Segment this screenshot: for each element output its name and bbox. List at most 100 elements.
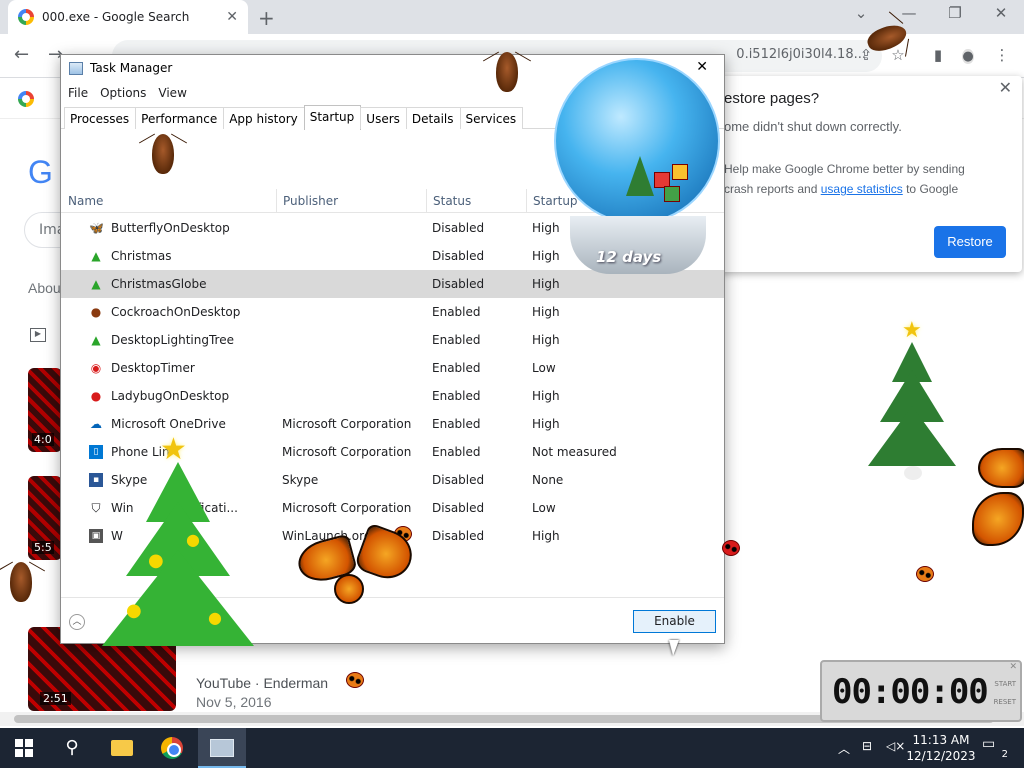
back-arrow-icon[interactable]: ← bbox=[14, 44, 29, 65]
snow-globe-icon: ▲ bbox=[91, 277, 101, 291]
windows-taskbar: ⚲ ︿ ⊟ ◁× 11:13 AM 12/12/2023 ▭ 2 bbox=[0, 728, 1024, 768]
side-panel-icon[interactable]: ▮ bbox=[928, 46, 948, 66]
ladybug-icon: ● bbox=[90, 389, 102, 403]
table-row[interactable]: ◉ DesktopTimer Enabled Low bbox=[61, 354, 724, 382]
tab-users[interactable]: Users bbox=[360, 107, 407, 129]
google-apps-icon[interactable] bbox=[18, 91, 34, 107]
start-icon bbox=[15, 739, 33, 757]
address-text: 0.i512l6j0i30l4.18... bbox=[736, 47, 866, 62]
tab-close-icon[interactable]: ✕ bbox=[226, 9, 238, 25]
butterfly-icon[interactable] bbox=[970, 448, 1024, 548]
restore-title: estore pages? bbox=[724, 90, 820, 107]
task-manager-taskbar-button[interactable] bbox=[198, 728, 246, 768]
tab-title: 000.exe - Google Search bbox=[42, 10, 190, 24]
christmas-tree-toy[interactable]: ★ bbox=[866, 318, 958, 490]
onedrive-icon: ☁ bbox=[90, 417, 102, 431]
tab-details[interactable]: Details bbox=[405, 107, 461, 129]
chevron-down-icon[interactable]: ⌄ bbox=[838, 4, 884, 22]
lighting-tree-icon: ▲ bbox=[91, 333, 101, 347]
tab-startup[interactable]: Startup bbox=[303, 105, 362, 130]
col-status[interactable]: Status bbox=[433, 194, 471, 208]
restore-icon[interactable]: ❐ bbox=[932, 4, 978, 22]
chrome-taskbar-button[interactable] bbox=[148, 728, 196, 768]
notification-center-button[interactable]: ▭ 2 bbox=[982, 736, 1008, 760]
window-title: Task Manager bbox=[90, 61, 173, 75]
file-explorer-button[interactable] bbox=[98, 728, 146, 768]
ladybug-icon[interactable] bbox=[346, 672, 364, 688]
browser-tab[interactable]: 000.exe - Google Search ✕ bbox=[8, 0, 248, 34]
file-explorer-icon bbox=[111, 740, 133, 756]
cockroach-icon[interactable] bbox=[10, 562, 32, 602]
start-button[interactable] bbox=[0, 728, 48, 768]
col-name[interactable]: Name bbox=[68, 194, 103, 208]
video-thumbnail[interactable]: 4:0 bbox=[28, 368, 62, 452]
close-icon[interactable]: ✕ bbox=[999, 78, 1012, 98]
kebab-menu-icon[interactable]: ⋮ bbox=[992, 46, 1012, 66]
butterfly-icon: 🦋 bbox=[89, 221, 104, 235]
cockroach-icon[interactable] bbox=[496, 52, 518, 92]
globe-days-label: 12 days bbox=[596, 248, 662, 266]
notification-icon: ▭ bbox=[982, 736, 996, 752]
chevron-up-icon[interactable]: ︿ bbox=[838, 740, 850, 768]
gift-icon bbox=[664, 186, 680, 202]
tab-performance[interactable]: Performance bbox=[135, 107, 225, 129]
video-icon: ▶ bbox=[30, 328, 46, 342]
search-icon: ⚲ bbox=[65, 737, 79, 758]
table-row[interactable]: ● LadybugOnDesktop Enabled High bbox=[61, 382, 724, 410]
cockroach-icon[interactable] bbox=[152, 134, 174, 174]
table-row[interactable]: ● CockroachOnDesktop Enabled High bbox=[61, 298, 724, 326]
timer-start-label[interactable]: START bbox=[994, 680, 1016, 688]
menu-file[interactable]: File bbox=[67, 83, 95, 105]
ladybug-icon[interactable] bbox=[916, 566, 934, 582]
butterfly-icon[interactable] bbox=[293, 522, 419, 610]
chrome-tab-strip: 000.exe - Google Search ✕ + ⌄ — ❐ ✕ bbox=[0, 0, 1024, 34]
enable-button[interactable]: Enable bbox=[633, 610, 716, 633]
close-icon[interactable]: ✕ bbox=[978, 4, 1024, 22]
video-thumbnail[interactable]: 5:5 bbox=[28, 476, 62, 560]
new-tab-icon[interactable]: + bbox=[258, 6, 275, 30]
timer-icon: ◉ bbox=[90, 361, 102, 375]
star-icon: ★ bbox=[902, 318, 922, 343]
google-favicon-icon bbox=[18, 9, 34, 25]
menu-options[interactable]: Options bbox=[99, 83, 153, 105]
timer-display: 00:00:00 bbox=[832, 672, 989, 712]
timer-reset-label[interactable]: RESET bbox=[994, 698, 1016, 706]
usage-statistics-link[interactable]: usage statistics bbox=[821, 182, 903, 196]
christmas-snow-globe[interactable]: 12 days bbox=[552, 58, 722, 280]
system-clock[interactable]: 11:13 AM 12/12/2023 bbox=[906, 732, 976, 764]
about-text: Abou bbox=[28, 280, 61, 296]
task-manager-icon bbox=[69, 62, 83, 75]
video-source: YouTube · Enderman bbox=[196, 675, 329, 691]
clock-date: 12/12/2023 bbox=[906, 749, 976, 763]
col-publisher[interactable]: Publisher bbox=[283, 194, 338, 208]
clock-time: 11:13 AM bbox=[912, 733, 970, 747]
table-row[interactable]: ▲ DesktopLightingTree Enabled High bbox=[61, 326, 724, 354]
chrome-icon bbox=[161, 737, 183, 759]
desktop-lighting-tree[interactable]: ★ ● ● ● ● bbox=[98, 432, 256, 660]
cockroach-icon: ● bbox=[90, 305, 102, 319]
crash-report-text: Help make Google Chrome better by sendin… bbox=[724, 162, 965, 196]
task-manager-icon bbox=[210, 739, 234, 757]
desktop-timer[interactable]: 00:00:00 START RESET ✕ bbox=[820, 660, 1022, 722]
volume-muted-icon[interactable]: ◁× bbox=[886, 739, 905, 768]
tab-processes[interactable]: Processes bbox=[64, 107, 137, 129]
restore-pages-dialog: estore pages? ome didn't shut down corre… bbox=[700, 76, 1022, 272]
menu-view[interactable]: View bbox=[157, 83, 193, 105]
profile-avatar-icon[interactable]: ● bbox=[958, 46, 978, 66]
close-icon[interactable]: ✕ bbox=[1009, 662, 1017, 672]
network-icon[interactable]: ⊟ bbox=[862, 739, 872, 768]
fewer-details-icon[interactable]: ︿ bbox=[69, 614, 85, 630]
christmas-tree-icon: ▲ bbox=[91, 249, 101, 263]
gift-icon bbox=[672, 164, 688, 180]
tab-app-history[interactable]: App history bbox=[223, 107, 305, 129]
google-logo[interactable]: G bbox=[28, 154, 53, 191]
video-date: Nov 5, 2016 bbox=[196, 694, 272, 710]
tab-services[interactable]: Services bbox=[459, 107, 524, 129]
restore-button[interactable]: Restore bbox=[934, 226, 1006, 258]
search-button[interactable]: ⚲ bbox=[48, 728, 96, 768]
notification-count: 2 bbox=[1001, 749, 1008, 760]
ladybug-icon[interactable] bbox=[722, 540, 740, 556]
snow-globe-ball bbox=[554, 58, 720, 224]
minimize-icon[interactable]: — bbox=[886, 4, 932, 22]
christmas-tree-icon bbox=[626, 156, 654, 196]
